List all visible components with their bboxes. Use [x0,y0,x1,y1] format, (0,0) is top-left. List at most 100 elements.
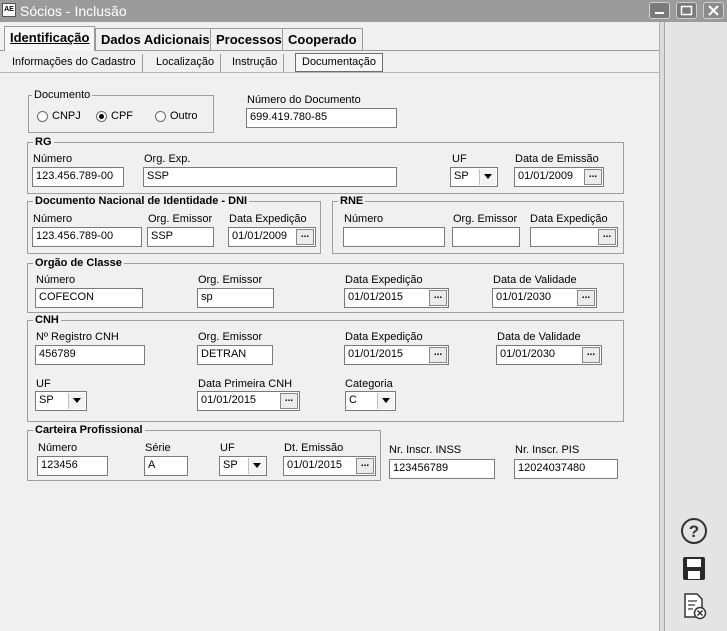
orgao-org-input[interactable]: sp [197,288,274,308]
cnh-val-input[interactable]: 01/01/2030... [496,345,602,365]
dni-org-input[interactable]: SSP [147,227,214,247]
dni-numero-label: Número [33,213,73,225]
app-icon: AE [2,3,16,17]
rg-org-input[interactable]: SSP [143,167,397,187]
tab-processos[interactable]: Processos [210,28,288,50]
orgao-exp-value: 01/01/2015 [348,291,404,303]
cnh-primeira-value: 01/01/2015 [201,394,257,406]
carteira-numero-input[interactable]: 123456 [37,456,108,476]
help-button[interactable]: ? [679,516,709,546]
rg-emissao-input[interactable]: 01/01/2009... [514,167,604,187]
rne-org-input[interactable] [452,227,520,247]
save-button[interactable] [679,554,709,584]
radio-outro[interactable] [155,111,166,122]
maximize-button[interactable] [676,2,697,19]
carteira-uf-select[interactable]: SP [219,456,267,476]
chevron-down-icon [479,169,496,185]
radio-cpf-label: CPF [111,110,133,122]
cnh-exp-label: Data Expedição [345,331,423,343]
cnh-primeira-input[interactable]: 01/01/2015... [197,391,300,411]
dni-exp-label: Data Expedição [229,213,307,225]
cancel-button[interactable] [679,591,709,621]
orgao-exp-input[interactable]: 01/01/2015... [344,288,449,308]
subtab-documentacao[interactable]: Documentação [295,53,383,72]
pis-label: Nr. Inscr. PIS [515,444,580,456]
cnh-uf-select[interactable]: SP [35,391,87,411]
rg-uf-select[interactable]: SP [450,167,498,187]
tab-dados-adicionais[interactable]: Dados Adicionais [95,28,216,50]
rg-uf-value: SP [454,170,469,182]
rg-emissao-label: Data de Emissão [515,153,599,165]
help-icon: ? [681,518,707,544]
cnh-exp-value: 01/01/2015 [348,348,404,360]
calendar-button[interactable]: ... [429,290,447,306]
tab-cooperado[interactable]: Cooperado [282,28,363,50]
rg-numero-input[interactable]: 123.456.789-00 [32,167,124,187]
minimize-icon [655,12,664,14]
rne-numero-input[interactable] [343,227,445,247]
carteira-serie-label: Série [145,442,171,454]
close-button[interactable] [703,2,724,19]
calendar-button[interactable]: ... [577,290,595,306]
rg-title: RG [33,136,54,148]
numero-documento-input[interactable]: 699.419.780-85 [246,108,397,128]
orgao-val-input[interactable]: 01/01/2030... [492,288,597,308]
calendar-button[interactable]: ... [429,347,447,363]
subtab-informacoes-cadastro[interactable]: Informações do Cadastro [6,54,143,72]
carteira-emissao-input[interactable]: 01/01/2015... [283,456,376,476]
calendar-button[interactable]: ... [598,229,616,245]
orgao-numero-input[interactable]: COFECON [35,288,143,308]
minimize-button[interactable] [649,2,670,19]
cnh-cat-label: Categoria [345,378,393,390]
calendar-button[interactable]: ... [280,393,298,409]
cnh-org-label: Org. Emissor [198,331,263,343]
rne-title: RNE [338,195,366,207]
carteira-title: Carteira Profissional [33,424,145,436]
cnh-exp-input[interactable]: 01/01/2015... [344,345,449,365]
cnh-val-label: Data de Validade [497,331,581,343]
orgao-exp-label: Data Expedição [345,274,423,286]
rg-numero-label: Número [33,153,73,165]
dni-exp-input[interactable]: 01/01/2009... [228,227,316,247]
carteira-emissao-value: 01/01/2015 [287,459,343,471]
calendar-button[interactable]: ... [582,347,600,363]
tab-identificacao[interactable]: Identificação [4,26,96,51]
orgao-numero-label: Número [36,274,76,286]
radio-cpf[interactable] [96,111,107,122]
numero-documento-label: Número do Documento [247,94,361,106]
cnh-uf-label: UF [36,378,51,390]
cnh-primeira-label: Data Primeira CNH [198,378,293,390]
subtab-localizacao[interactable]: Localização [150,54,222,72]
cnh-registro-input[interactable]: 456789 [35,345,145,365]
carteira-uf-label: UF [220,442,235,454]
dni-numero-input[interactable]: 123.456.789-00 [32,227,142,247]
carteira-numero-label: Número [38,442,78,454]
rg-uf-label: UF [452,153,467,165]
dni-org-label: Org. Emissor [148,213,213,225]
cnh-cat-value: C [349,394,357,406]
calendar-button[interactable]: ... [296,229,314,245]
cnh-title: CNH [33,314,61,326]
save-icon [683,557,705,580]
cnh-cat-select[interactable]: C [345,391,396,411]
tab-label: Identificação [10,30,90,45]
subtab-instrucao[interactable]: Instrução [226,54,285,72]
rne-exp-input[interactable]: ... [530,227,618,247]
maximize-icon [680,5,693,16]
window-title: Sócios - Inclusão [20,3,127,19]
subtab-divider [0,72,659,73]
carteira-serie-input[interactable]: A [144,456,188,476]
pis-input[interactable]: 12024037480 [514,459,618,479]
carteira-uf-value: SP [223,459,238,471]
carteira-emissao-label: Dt. Emissão [284,442,344,454]
cnh-org-input[interactable]: DETRAN [197,345,273,365]
orgao-classe-title: Orgão de Classe [33,257,124,269]
dni-exp-value: 01/01/2009 [232,230,288,242]
close-icon [708,5,719,16]
calendar-button[interactable]: ... [584,169,602,185]
radio-cnpj[interactable] [37,111,48,122]
inss-input[interactable]: 123456789 [389,459,495,479]
calendar-button[interactable]: ... [356,458,374,474]
chevron-down-icon [248,458,265,474]
cnh-val-value: 01/01/2030 [500,348,556,360]
